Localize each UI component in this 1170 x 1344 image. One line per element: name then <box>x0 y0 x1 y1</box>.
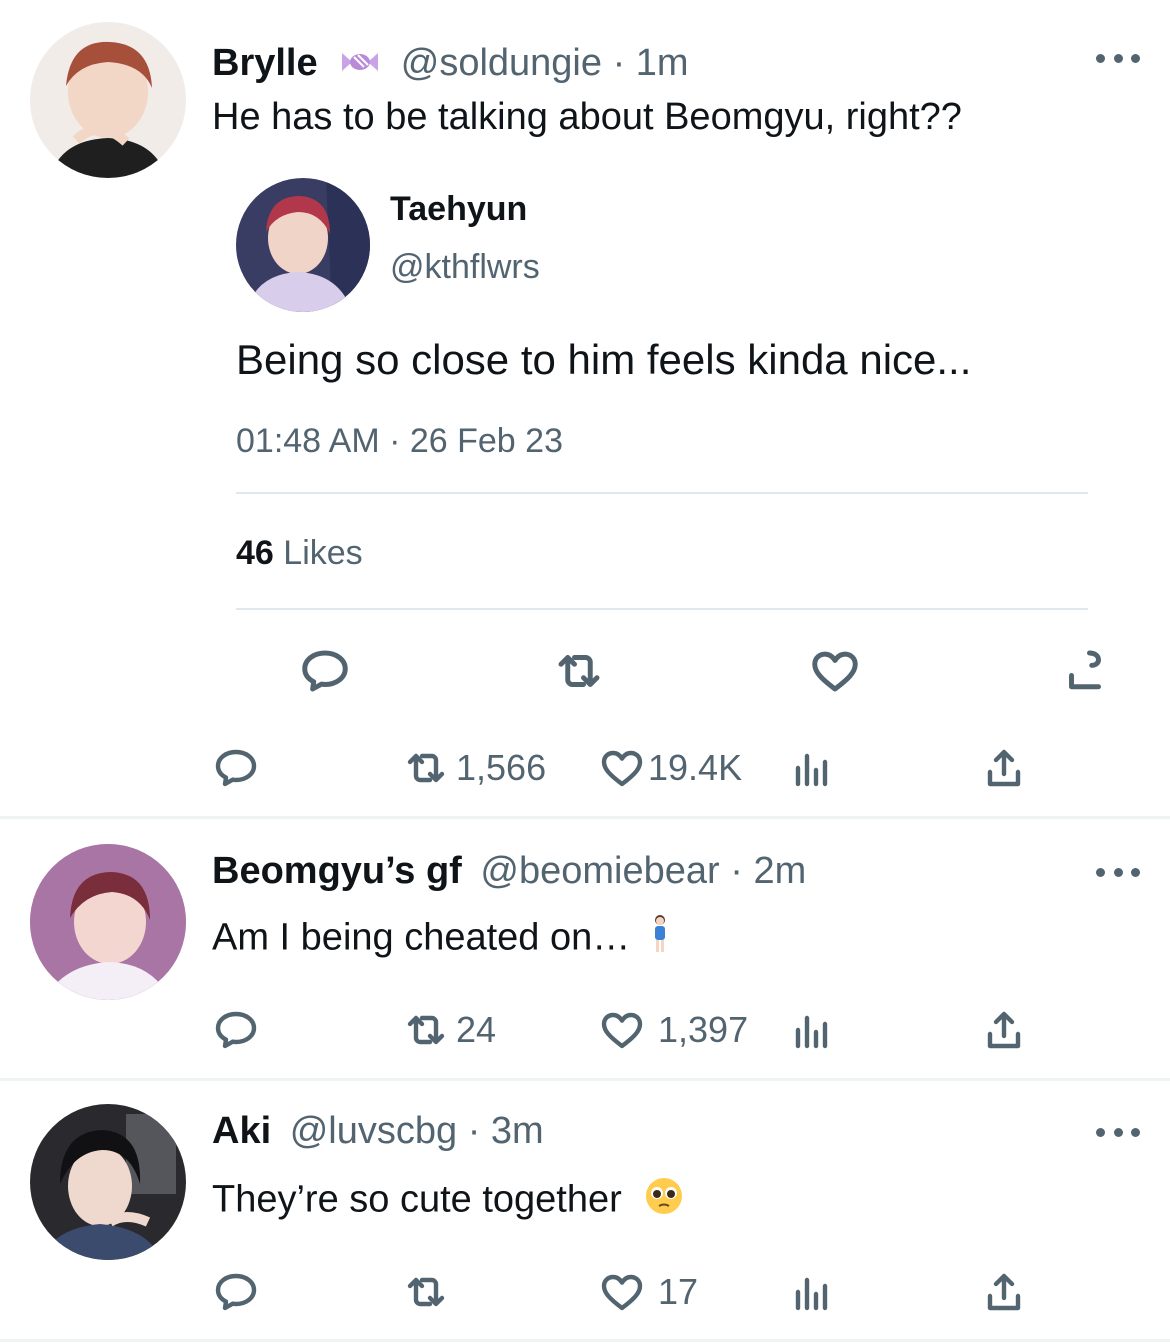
share-button[interactable] <box>980 1000 1028 1060</box>
tweet-actions: 17 <box>0 1262 1170 1322</box>
heart-icon <box>601 1274 643 1311</box>
avatar[interactable] <box>30 844 186 1000</box>
like-button[interactable]: 19.4K <box>598 738 742 798</box>
views-icon <box>795 1015 828 1049</box>
reply-icon <box>215 1273 257 1311</box>
display-name[interactable]: Brylle <box>212 42 318 84</box>
pleading-face-icon <box>644 1176 684 1227</box>
divider <box>0 816 1170 819</box>
tweet-header: Beomgyu’s gf @beomiebear · 2m <box>212 848 806 894</box>
tweet[interactable]: Aki @luvscbg · 3m They’re so cute togeth… <box>0 1082 1170 1344</box>
tweet[interactable]: Beomgyu’s gf @beomiebear · 2m Am I being… <box>0 820 1170 1078</box>
reply-icon[interactable] <box>298 644 352 698</box>
candy-icon <box>338 42 382 88</box>
timestamp[interactable]: 01:48 AM · 26 Feb 23 <box>236 422 563 461</box>
person-standing-icon <box>649 914 671 965</box>
timeline: Brylle @soldungie · 1m He has to be talk… <box>0 0 1170 1344</box>
tweet[interactable]: Brylle @soldungie · 1m He has to be talk… <box>0 0 1170 818</box>
retweet-icon[interactable] <box>552 644 606 698</box>
quote-actions <box>236 644 1101 700</box>
display-name[interactable]: Beomgyu’s gf <box>212 850 462 892</box>
retweet-icon <box>407 1015 445 1045</box>
tweet-actions: 24 1,397 <box>0 1000 1170 1060</box>
retweet-icon <box>407 753 445 783</box>
likes-count: 46 <box>236 534 274 572</box>
reply-button[interactable] <box>212 1262 260 1322</box>
handle[interactable]: @beomiebear <box>480 850 719 892</box>
retweet-button[interactable] <box>402 1262 456 1322</box>
handle[interactable]: @kthflwrs <box>390 248 540 287</box>
handle[interactable]: @soldungie <box>401 42 602 84</box>
tweet-text: He has to be talking about Beomgyu, righ… <box>212 96 962 138</box>
separator: · <box>730 850 743 892</box>
more-icon[interactable] <box>1096 48 1140 68</box>
heart-icon <box>601 1012 643 1049</box>
retweet-count: 1,566 <box>456 747 547 788</box>
share-button[interactable] <box>980 1262 1028 1322</box>
more-icon[interactable] <box>1096 862 1140 882</box>
display-name[interactable]: Taehyun <box>390 190 527 229</box>
divider <box>0 1339 1170 1342</box>
quoted-tweet[interactable]: Taehyun @kthflwrs Being so close to him … <box>236 178 1101 708</box>
views-button[interactable] <box>788 1000 836 1060</box>
tweet-header: Aki @luvscbg · 3m <box>212 1108 544 1154</box>
tweet-text: Am I being cheated on… <box>212 916 631 959</box>
likes-summary[interactable]: 46 Likes <box>236 534 363 573</box>
views-button[interactable] <box>788 738 836 798</box>
heart-icon <box>601 750 643 787</box>
divider <box>236 492 1088 494</box>
reply-icon <box>215 749 257 787</box>
reply-button[interactable] <box>212 1000 260 1060</box>
views-icon <box>795 753 828 787</box>
tweet-header: Brylle @soldungie · 1m <box>212 40 689 88</box>
avatar[interactable] <box>30 22 186 178</box>
retweet-button[interactable]: 1,566 <box>402 738 546 798</box>
share-icon <box>987 749 1021 787</box>
like-count: 19.4K <box>648 747 743 788</box>
tweet-text-row: They’re so cute together <box>212 1176 684 1227</box>
avatar[interactable] <box>236 178 370 312</box>
retweet-icon <box>407 1277 445 1307</box>
tweet-text: They’re so cute together <box>212 1178 622 1221</box>
share-icon <box>987 1273 1021 1311</box>
display-name[interactable]: Aki <box>212 1110 271 1152</box>
like-button[interactable]: 1,397 <box>598 1000 748 1060</box>
divider <box>0 1078 1170 1081</box>
share-icon[interactable] <box>1058 644 1112 698</box>
handle[interactable]: @luvscbg <box>290 1110 457 1152</box>
views-button[interactable] <box>788 1262 836 1322</box>
tweet-text-row: Am I being cheated on… <box>212 914 671 965</box>
reply-button[interactable] <box>212 738 260 798</box>
retweet-count: 24 <box>456 1009 497 1050</box>
like-button[interactable]: 17 <box>598 1262 698 1322</box>
more-icon[interactable] <box>1096 1122 1140 1142</box>
heart-icon[interactable] <box>808 644 862 698</box>
timestamp[interactable]: 1m <box>636 42 689 84</box>
reply-icon <box>215 1011 257 1049</box>
retweet-button[interactable]: 24 <box>402 1000 496 1060</box>
likes-label: Likes <box>283 534 363 572</box>
share-button[interactable] <box>980 738 1028 798</box>
timestamp[interactable]: 3m <box>491 1110 544 1152</box>
tweet-actions: 1,566 19.4K <box>0 738 1170 798</box>
views-icon <box>795 1277 828 1311</box>
divider <box>236 608 1088 610</box>
separator: · <box>467 1110 481 1152</box>
separator: · <box>612 42 626 84</box>
share-icon <box>987 1011 1021 1049</box>
tweet-text: Being so close to him feels kinda nice..… <box>236 336 972 383</box>
like-count: 1,397 <box>658 1009 749 1050</box>
timestamp[interactable]: 2m <box>753 850 806 892</box>
avatar[interactable] <box>30 1104 186 1260</box>
like-count: 17 <box>658 1271 699 1312</box>
